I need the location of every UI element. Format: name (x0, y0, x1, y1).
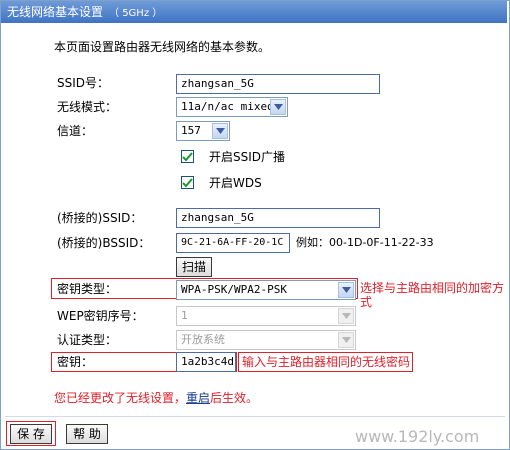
ssid-broadcast-label: 开启SSID广播 (209, 150, 286, 164)
key-type-select[interactable]: WPA-PSK/WPA2-PSK (176, 280, 356, 300)
checkmark-icon (182, 177, 193, 187)
wep-index-select-value: 1 (181, 309, 188, 322)
wds-label: 开启WDS (209, 176, 262, 190)
key-type-label: 密钥类型： (57, 282, 118, 296)
chevron-down-icon (338, 332, 354, 348)
save-button[interactable]: 保 存 (10, 424, 52, 444)
bridge-bssid-label: (桥接的)BSSID： (57, 236, 151, 250)
auth-type-select-value: 开放系统 (181, 333, 225, 346)
chevron-down-icon (338, 308, 354, 324)
key-type-annotation-line2: 式 (360, 295, 373, 309)
checkmark-icon (182, 151, 193, 161)
chevron-down-icon[interactable] (212, 123, 228, 139)
key-type-annotation-line1: 选择与主路由相同的加密方 (360, 281, 505, 295)
intro-text: 本页面设置路由器无线网络的基本参数。 (54, 40, 271, 54)
channel-select[interactable]: 157 (176, 121, 230, 141)
mode-select-value: 11a/n/ac mixed (181, 100, 274, 113)
restart-notice: 您已经更改了无线设置，重启后生效。 (54, 389, 258, 406)
scan-button[interactable]: 扫描 (176, 257, 212, 277)
channel-select-value: 157 (181, 124, 201, 137)
chevron-down-icon[interactable] (270, 99, 286, 115)
channel-label: 信道： (57, 124, 94, 138)
wep-index-select: 1 (176, 306, 356, 326)
key-annotation-text: 输入与主路由器相同的无线密码 (242, 355, 411, 369)
ssid-label: SSID号： (57, 76, 110, 90)
restart-notice-text: 您已经更改了无线设置， (54, 391, 187, 405)
restart-link[interactable]: 重启 (186, 391, 210, 405)
key-input[interactable]: 1a2b3c4d (176, 352, 236, 372)
ssid-input[interactable]: zhangsan_5G (176, 74, 380, 94)
watermark-text: www.192ly.com (355, 427, 480, 446)
restart-notice-suffix: 后生效。 (210, 391, 259, 405)
bridge-ssid-input[interactable]: zhangsan_5G (176, 208, 380, 228)
ssid-broadcast-checkbox[interactable] (181, 150, 194, 163)
auth-type-select: 开放系统 (176, 330, 356, 350)
wep-index-label: WEP密钥序号： (57, 309, 144, 323)
chevron-down-icon[interactable] (338, 282, 354, 298)
footer-divider (5, 416, 505, 417)
help-button[interactable]: 帮 助 (66, 424, 108, 444)
mode-select[interactable]: 11a/n/ac mixed (176, 97, 288, 117)
key-type-select-value: WPA-PSK/WPA2-PSK (181, 283, 287, 296)
title-bar: 无线网络基本设置 （ 5GHz ） (1, 1, 507, 23)
bridge-ssid-label: (桥接的)SSID： (57, 211, 143, 225)
page-title: 无线网络基本设置 (7, 5, 104, 19)
auth-type-label: 认证类型： (57, 333, 118, 347)
key-label: 密钥： (57, 355, 94, 369)
band-label: （ 5GHz ） (109, 8, 163, 19)
bridge-bssid-input[interactable]: 9C-21-6A-FF-20-1C (176, 233, 290, 253)
mode-label: 无线模式： (57, 100, 118, 114)
bssid-example-text: 例如：00-1D-0F-11-22-33 (296, 236, 434, 249)
wds-checkbox[interactable] (181, 176, 194, 189)
